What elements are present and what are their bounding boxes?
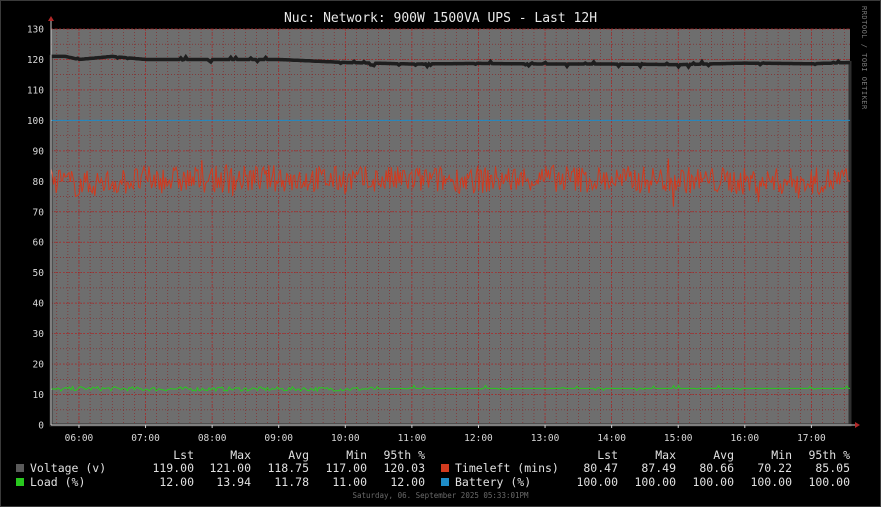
legend-header-95th: 95th %	[808, 448, 850, 462]
legend-header-95th: 95th %	[383, 448, 425, 462]
battery-avg: 100.00	[692, 475, 734, 489]
legend-header-max: Max	[655, 448, 676, 462]
legend-header-min: Min	[771, 448, 792, 462]
battery-min: 100.00	[750, 475, 792, 489]
voltage-max: 121.00	[209, 461, 251, 475]
legend-swatch-load	[16, 478, 24, 486]
voltage-avg: 118.75	[267, 461, 309, 475]
legend: Lst Max Avg Min 95th % Lst Max Avg Min 9…	[0, 0, 881, 507]
timestamp-footer: Saturday, 06. September 2025 05:33:01PM	[352, 491, 529, 500]
battery-max: 100.00	[634, 475, 676, 489]
legend-header-lst: Lst	[597, 448, 618, 462]
legend-header-avg: Avg	[288, 448, 309, 462]
timeleft-95th: 85.05	[815, 461, 850, 475]
battery-95th: 100.00	[808, 475, 850, 489]
voltage-min: 117.00	[325, 461, 367, 475]
legend-label-battery: Battery (%)	[455, 475, 532, 489]
timeleft-lst: 80.47	[583, 461, 618, 475]
legend-header-min: Min	[346, 448, 367, 462]
legend-header-avg: Avg	[713, 448, 734, 462]
timeleft-max: 87.49	[641, 461, 676, 475]
load-lst: 12.00	[159, 475, 194, 489]
battery-lst: 100.00	[576, 475, 618, 489]
timeleft-min: 70.22	[757, 461, 792, 475]
legend-swatch-battery	[441, 478, 449, 486]
load-max: 13.94	[216, 475, 251, 489]
legend-label-voltage: Voltage (v)	[30, 461, 107, 475]
legend-swatch-timeleft	[441, 464, 449, 472]
load-avg: 11.78	[274, 475, 309, 489]
legend-header-lst: Lst	[173, 448, 194, 462]
timeleft-avg: 80.66	[699, 461, 734, 475]
legend-label-timeleft: Timeleft (mins)	[455, 461, 559, 475]
legend-swatch-voltage	[16, 464, 24, 472]
legend-label-load: Load (%)	[30, 475, 86, 489]
load-min: 11.00	[332, 475, 367, 489]
load-95th: 12.00	[390, 475, 425, 489]
voltage-lst: 119.00	[152, 461, 194, 475]
voltage-95th: 120.03	[383, 461, 425, 475]
legend-header-max: Max	[230, 448, 251, 462]
